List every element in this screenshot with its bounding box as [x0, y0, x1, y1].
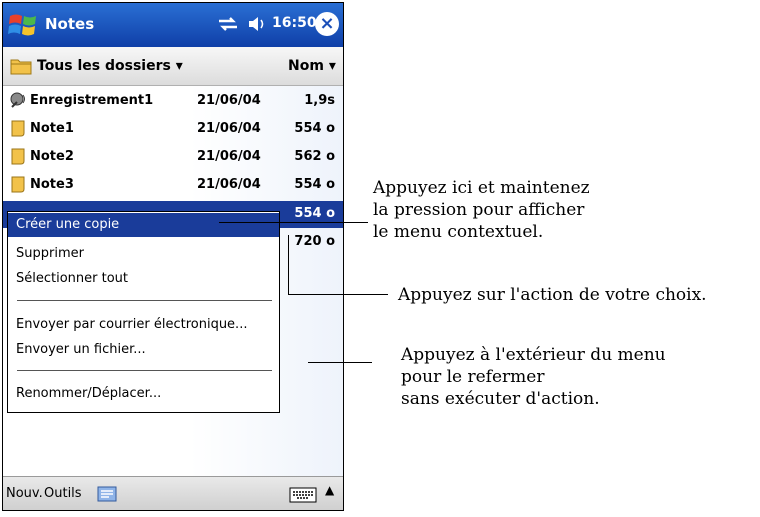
menu-item-create-copy[interactable]: Créer une copie: [8, 213, 279, 237]
annotation-outside: Appuyez à l'extérieur du menu pour le re…: [401, 344, 666, 410]
leader-line-outside: [308, 362, 372, 363]
keyboard-icon[interactable]: [289, 487, 317, 503]
list-item[interactable]: Enregistrement1 21/06/04 1,9s: [3, 88, 343, 115]
annotation-line: le menu contextuel.: [373, 222, 544, 242]
menu-item-send-file[interactable]: Envoyer un fichier...: [8, 338, 279, 362]
menu-item-label: Créer une copie: [16, 217, 120, 232]
menu-item-rename-move[interactable]: Renommer/Déplacer...: [8, 382, 279, 406]
annotation-line: pour le refermer: [401, 367, 545, 387]
file-date: 21/06/04: [197, 149, 261, 164]
context-menu: Créer une copie Supprimer Sélectionner t…: [7, 211, 280, 413]
note-icon: [11, 120, 25, 137]
menu-item-label: Envoyer un fichier...: [16, 342, 146, 357]
close-icon[interactable]: ×: [315, 12, 339, 36]
file-size: 554 o: [294, 206, 335, 221]
file-size: 554 o: [294, 121, 335, 136]
file-date: 21/06/04: [197, 177, 261, 192]
list-item[interactable]: Note3 21/06/04 554 o: [3, 172, 343, 199]
folder-icon: [10, 59, 32, 75]
annotation-line: sans exécuter d'action.: [401, 389, 600, 409]
list-item[interactable]: Note1 21/06/04 554 o: [3, 116, 343, 143]
leader-line-hold: [219, 222, 368, 223]
annotation-hold: Appuyez ici et maintenez la pression pou…: [373, 177, 590, 243]
leader-line-choose: [288, 294, 388, 295]
input-selector-arrow-icon[interactable]: ▲: [325, 483, 334, 497]
clock[interactable]: 16:50: [272, 15, 317, 31]
folder-dropdown[interactable]: Tous les dossiers ▾: [37, 58, 183, 74]
list-item[interactable]: Note2 21/06/04 562 o: [3, 144, 343, 171]
file-name: Note3: [30, 177, 74, 192]
pda-screen: Notes 16:50 × Tous les dossiers ▾ Nom ▾: [2, 2, 344, 511]
edit-view-icon[interactable]: [97, 486, 117, 502]
menu-item-label: Renommer/Déplacer...: [16, 386, 162, 401]
menu-separator: [17, 370, 272, 371]
connectivity-icon[interactable]: [217, 16, 239, 32]
menu-item-label: Envoyer par courrier électronique...: [16, 317, 248, 332]
sort-dropdown-label: Nom: [288, 58, 324, 74]
command-bar: Nouv. Outils ▲: [3, 476, 343, 510]
annotation-line: Appuyez à l'extérieur du menu: [401, 345, 666, 365]
menu-item-delete[interactable]: Supprimer: [8, 242, 279, 266]
note-icon: [11, 148, 25, 165]
annotation-line: Appuyez ici et maintenez: [373, 178, 590, 198]
file-name: Enregistrement1: [30, 93, 154, 108]
volume-icon[interactable]: [247, 15, 267, 33]
file-size: 720 o: [294, 234, 335, 249]
menu-item-send-email[interactable]: Envoyer par courrier électronique...: [8, 313, 279, 337]
chevron-down-icon: ▾: [328, 58, 336, 74]
folder-bar: Tous les dossiers ▾ Nom ▾: [3, 47, 343, 86]
recording-icon: [10, 92, 25, 108]
menu-item-label: Supprimer: [16, 246, 84, 261]
annotation-line: Appuyez sur l'action de votre choix.: [398, 285, 707, 305]
chevron-down-icon: ▾: [175, 58, 183, 74]
file-date: 21/06/04: [197, 121, 261, 136]
title-bar: Notes 16:50 ×: [3, 3, 343, 47]
annotation-choose: Appuyez sur l'action de votre choix.: [398, 284, 707, 306]
file-name: Note2: [30, 149, 74, 164]
file-name: Note1: [30, 121, 74, 136]
file-date: 21/06/04: [197, 93, 261, 108]
file-size: 554 o: [294, 177, 335, 192]
leader-line-choose-vertical: [288, 235, 289, 295]
file-size: 562 o: [294, 149, 335, 164]
note-icon: [11, 176, 25, 193]
tools-menu-button[interactable]: Outils: [44, 486, 82, 501]
menu-item-label: Sélectionner tout: [16, 271, 129, 286]
new-button[interactable]: Nouv.: [6, 486, 43, 501]
app-title: Notes: [45, 15, 95, 33]
menu-item-select-all[interactable]: Sélectionner tout: [8, 267, 279, 291]
menu-separator: [17, 300, 272, 301]
file-size: 1,9s: [304, 93, 335, 108]
sort-dropdown[interactable]: Nom ▾: [288, 58, 336, 74]
annotation-line: la pression pour afficher: [373, 200, 585, 220]
windows-logo-icon[interactable]: [7, 10, 39, 40]
folder-dropdown-label: Tous les dossiers: [37, 58, 171, 74]
